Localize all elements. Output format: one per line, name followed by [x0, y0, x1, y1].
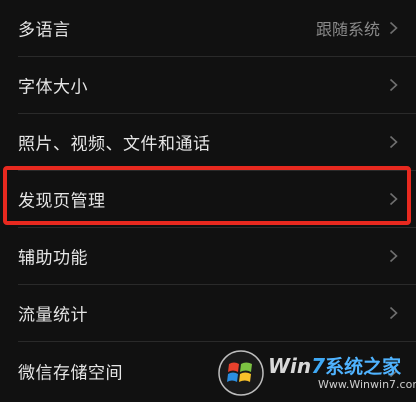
- settings-item-label: 流量统计: [18, 305, 88, 326]
- settings-item-label: 发现页管理: [18, 191, 106, 212]
- settings-item-media-files-calls[interactable]: 照片、视频、文件和通话: [0, 114, 416, 170]
- settings-item-data-usage[interactable]: 流量统计: [0, 285, 416, 341]
- divider: [18, 341, 416, 342]
- chevron-right-icon: [389, 21, 398, 35]
- settings-item-font-size[interactable]: 字体大小: [0, 57, 416, 113]
- chevron-right-icon: [389, 135, 398, 149]
- settings-item-language[interactable]: 多语言 跟随系统: [0, 0, 416, 56]
- settings-item-label: 微信存储空间: [18, 363, 123, 384]
- chevron-right-icon: [389, 306, 398, 320]
- watermark-brand: Win7系统之家: [268, 354, 402, 378]
- settings-item-label: 辅助功能: [18, 248, 88, 269]
- watermark: Win7系统之家 Www.Winwin7.com: [218, 346, 416, 402]
- windows-logo-icon: [218, 350, 264, 396]
- chevron-right-icon: [389, 78, 398, 92]
- chevron-right-icon: [389, 249, 398, 263]
- chevron-right-icon: [389, 192, 398, 206]
- settings-item-discover-management[interactable]: 发现页管理: [0, 171, 416, 227]
- settings-item-accessibility[interactable]: 辅助功能: [0, 228, 416, 284]
- settings-item-label: 多语言: [18, 20, 71, 41]
- settings-item-label: 照片、视频、文件和通话: [18, 134, 211, 155]
- settings-item-label: 字体大小: [18, 77, 88, 98]
- settings-item-value: 跟随系统: [315, 20, 380, 39]
- watermark-url: Www.Winwin7.com: [318, 378, 416, 391]
